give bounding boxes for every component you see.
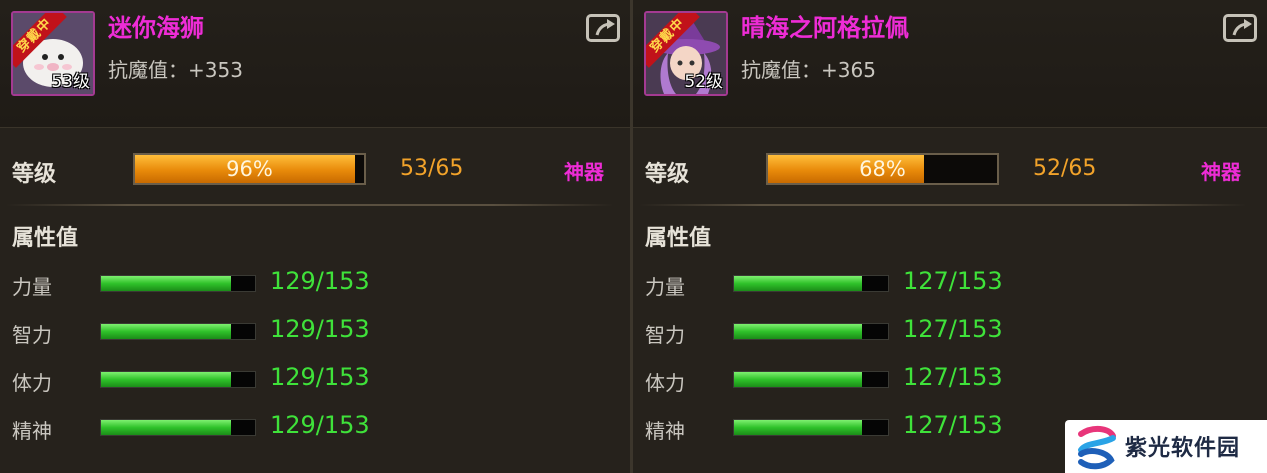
share-icon[interactable]	[1223, 14, 1257, 42]
pet-avatar[interactable]: 穿戴中 52级	[644, 11, 728, 96]
attributes-title: 属性值	[12, 226, 79, 251]
pet-name: 晴海之阿格拉佩	[741, 14, 909, 42]
watermark-text: 紫光软件园	[1125, 436, 1241, 461]
artifact-button[interactable]: 神器	[564, 156, 604, 185]
attribute-value: 127/153	[903, 411, 1003, 439]
pet-panel-left: 穿戴中 53级 迷你海狮 抗魔值：+353 等级 96% 53/65 神器 属性…	[0, 0, 630, 473]
watermark: 紫光软件园	[1065, 420, 1267, 473]
attribute-bar	[100, 323, 256, 340]
section-divider	[6, 204, 614, 206]
attribute-value: 127/153	[903, 315, 1003, 343]
attribute-value: 127/153	[903, 267, 1003, 295]
level-label: 等级	[12, 162, 57, 187]
attribute-bar	[733, 419, 889, 436]
level-badge: 53级	[51, 72, 90, 92]
attribute-row: 体力 127/153	[633, 359, 1267, 403]
attribute-label: 力量	[12, 275, 52, 299]
attribute-label: 力量	[645, 275, 685, 299]
attribute-value: 129/153	[270, 411, 370, 439]
attribute-bar-fill	[101, 420, 231, 435]
attribute-value: 129/153	[270, 267, 370, 295]
share-icon[interactable]	[586, 14, 620, 42]
pet-name: 迷你海狮	[108, 14, 204, 42]
attribute-row: 力量 129/153	[0, 263, 630, 307]
artifact-button[interactable]: 神器	[1201, 156, 1241, 185]
watermark-logo-icon	[1078, 426, 1116, 470]
attribute-label: 智力	[12, 323, 52, 347]
attribute-bar-fill	[734, 420, 862, 435]
attribute-bar	[100, 275, 256, 292]
level-label: 等级	[645, 162, 690, 187]
exp-percent: 96%	[226, 157, 273, 181]
attribute-bar-fill	[101, 372, 231, 387]
level-value: 52/65	[1033, 156, 1097, 181]
attribute-bar-fill	[734, 372, 862, 387]
exp-progress-bar: 68%	[766, 153, 999, 185]
pet-header: 穿戴中 52级 晴海之阿格拉佩 抗魔值：+365	[633, 0, 1267, 128]
attribute-bar	[100, 371, 256, 388]
pet-avatar[interactable]: 穿戴中 53级	[11, 11, 95, 96]
exp-percent: 68%	[859, 157, 906, 181]
attribute-bar-fill	[734, 324, 862, 339]
attribute-bar	[100, 419, 256, 436]
attribute-label: 体力	[645, 371, 685, 395]
attribute-bar-fill	[101, 276, 231, 291]
attribute-bar	[733, 275, 889, 292]
magic-resist-stat: 抗魔值：+353	[108, 58, 243, 82]
attribute-row: 力量 127/153	[633, 263, 1267, 307]
attribute-label: 体力	[12, 371, 52, 395]
level-badge: 52级	[684, 72, 723, 92]
attribute-bar	[733, 323, 889, 340]
attribute-row: 精神 129/153	[0, 407, 630, 451]
attribute-value: 127/153	[903, 363, 1003, 391]
attribute-bar-fill	[734, 276, 862, 291]
attribute-row: 智力 129/153	[0, 311, 630, 355]
section-divider	[639, 204, 1247, 206]
attribute-bar	[733, 371, 889, 388]
pet-panel-right: 穿戴中 52级 晴海之阿格拉佩 抗魔值：+365 等级 68% 52/65 神器…	[633, 0, 1267, 473]
level-value: 53/65	[400, 156, 464, 181]
attribute-value: 129/153	[270, 315, 370, 343]
attribute-row: 智力 127/153	[633, 311, 1267, 355]
attribute-label: 精神	[12, 419, 52, 443]
attribute-value: 129/153	[270, 363, 370, 391]
magic-resist-stat: 抗魔值：+365	[741, 58, 876, 82]
attribute-row: 体力 129/153	[0, 359, 630, 403]
pet-header: 穿戴中 53级 迷你海狮 抗魔值：+353	[0, 0, 630, 128]
exp-progress-bar: 96%	[133, 153, 366, 185]
level-row: 等级 68% 52/65 神器	[633, 140, 1267, 200]
attribute-bar-fill	[101, 324, 231, 339]
attributes-title: 属性值	[645, 226, 712, 251]
attribute-label: 精神	[645, 419, 685, 443]
level-row: 等级 96% 53/65 神器	[0, 140, 630, 200]
attribute-label: 智力	[645, 323, 685, 347]
